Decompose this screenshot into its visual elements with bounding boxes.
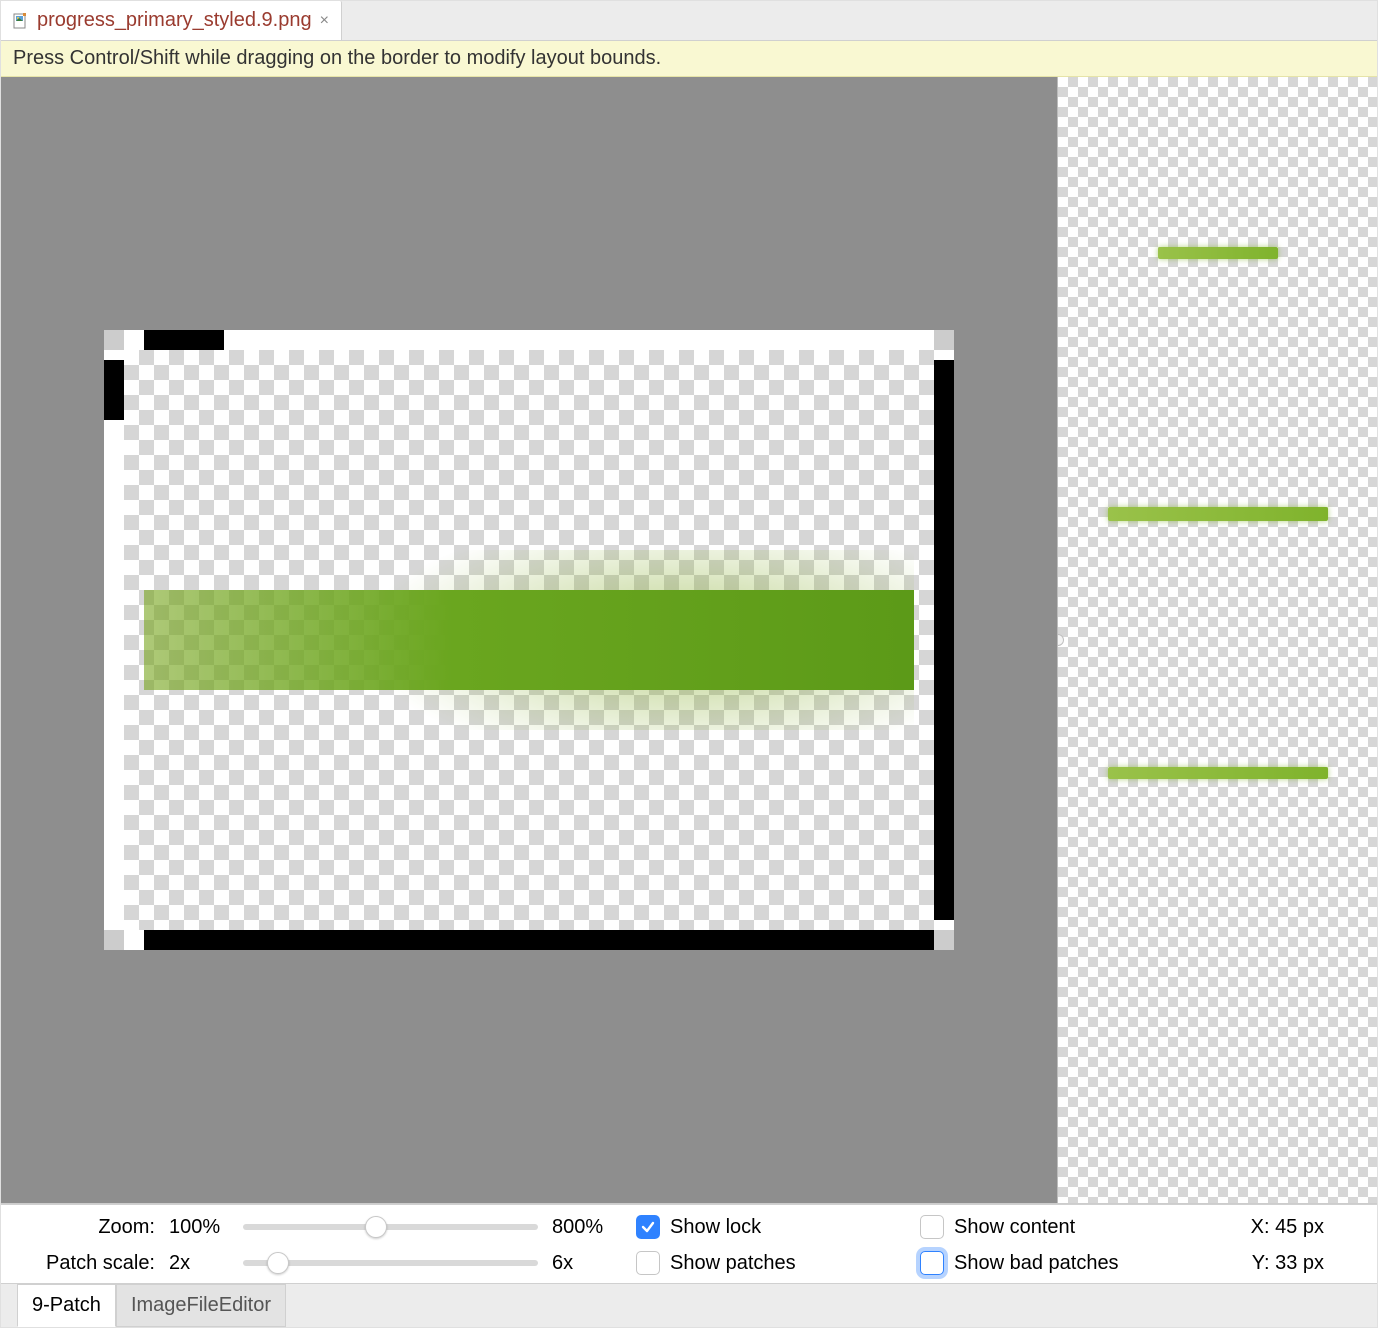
file-tab-label: progress_primary_styled.9.png	[37, 9, 312, 32]
show-content-label: Show content	[954, 1216, 1075, 1239]
patch-scale-label: Patch scale:	[15, 1252, 155, 1275]
canvas-pane[interactable]	[1, 77, 1057, 1203]
hint-bar: Press Control/Shift while dragging on th…	[1, 41, 1377, 77]
show-lock-label: Show lock	[670, 1216, 761, 1239]
progress-bar-graphic	[144, 590, 914, 690]
controls-panel: Zoom: 100% 800% Show lock Show content X…	[1, 1204, 1377, 1283]
show-bad-patches-label: Show bad patches	[954, 1252, 1119, 1275]
transparency-grid	[1058, 77, 1377, 1203]
close-icon[interactable]: ×	[320, 12, 329, 30]
corner-handle[interactable]	[934, 930, 954, 950]
tab-imagefileeditor[interactable]: ImageFileEditor	[116, 1284, 286, 1327]
corner-handle[interactable]	[104, 930, 124, 950]
preview-pane	[1057, 77, 1377, 1203]
nine-patch-canvas[interactable]	[104, 330, 954, 950]
slider-thumb[interactable]	[365, 1216, 387, 1238]
patch-scale-max: 6x	[552, 1252, 622, 1275]
x-coordinate: X: 45 px	[1204, 1216, 1324, 1239]
stretch-marker-top[interactable]	[144, 330, 224, 350]
preview-sample	[1158, 247, 1278, 259]
corner-handle[interactable]	[934, 330, 954, 350]
show-lock-group: Show lock	[636, 1215, 906, 1239]
file-tabs: progress_primary_styled.9.png ×	[1, 1, 1377, 41]
tab-9patch[interactable]: 9-Patch	[17, 1284, 116, 1327]
show-bad-patches-group: Show bad patches	[920, 1251, 1190, 1275]
stretch-marker-right[interactable]	[934, 360, 954, 920]
editor-area	[1, 77, 1377, 1204]
zoom-min: 100%	[169, 1216, 229, 1239]
image-content	[124, 350, 934, 930]
patch-scale-min: 2x	[169, 1252, 229, 1275]
controls-row-2: Patch scale: 2x 6x Show patches Show bad…	[15, 1251, 1363, 1275]
zoom-max: 800%	[552, 1216, 622, 1239]
slider-thumb[interactable]	[267, 1252, 289, 1274]
show-lock-checkbox[interactable]	[636, 1215, 660, 1239]
zoom-label: Zoom:	[15, 1216, 155, 1239]
editor-sub-tabs: 9-Patch ImageFileEditor	[1, 1283, 1377, 1327]
patch-scale-slider[interactable]	[243, 1260, 538, 1266]
show-patches-checkbox[interactable]	[636, 1251, 660, 1275]
preview-sample	[1108, 767, 1328, 779]
show-patches-group: Show patches	[636, 1251, 906, 1275]
stretch-marker-left[interactable]	[104, 360, 124, 420]
file-tab-active[interactable]: progress_primary_styled.9.png ×	[1, 1, 342, 41]
show-content-checkbox[interactable]	[920, 1215, 944, 1239]
stretch-marker-bottom[interactable]	[144, 930, 934, 950]
zoom-slider[interactable]	[243, 1224, 538, 1230]
tab-filler	[342, 1, 1377, 41]
preview-sample	[1108, 507, 1328, 521]
show-patches-label: Show patches	[670, 1252, 796, 1275]
nine-patch-editor: progress_primary_styled.9.png × Press Co…	[0, 0, 1378, 1328]
y-coordinate: Y: 33 px	[1204, 1252, 1324, 1275]
corner-handle[interactable]	[104, 330, 124, 350]
image-file-icon	[13, 13, 29, 29]
controls-row-1: Zoom: 100% 800% Show lock Show content X…	[15, 1215, 1363, 1239]
show-content-group: Show content	[920, 1215, 1190, 1239]
show-bad-patches-checkbox[interactable]	[920, 1251, 944, 1275]
